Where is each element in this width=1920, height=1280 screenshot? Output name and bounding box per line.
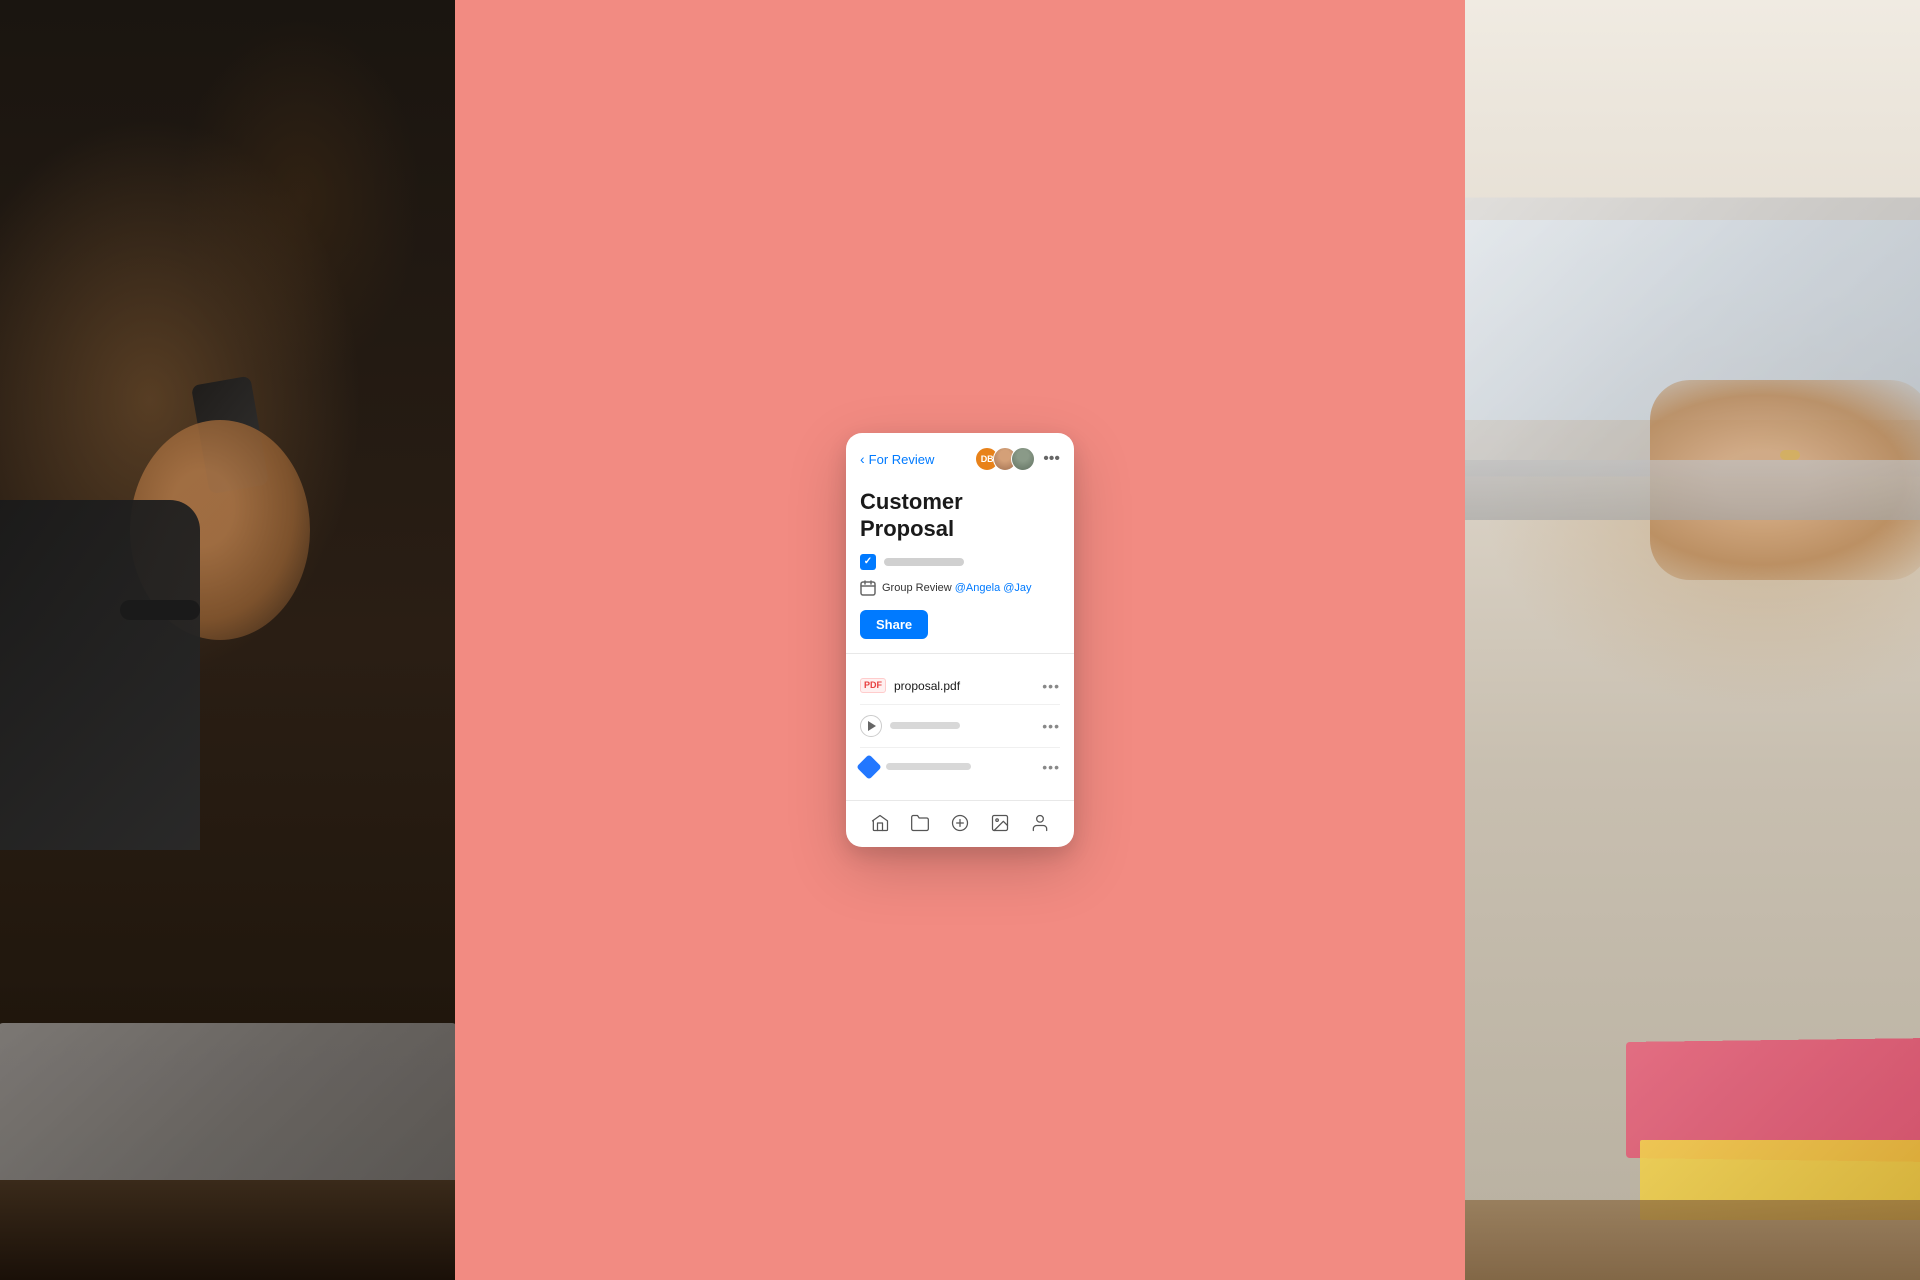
- nav-folder-button[interactable]: [910, 813, 930, 833]
- right-panel: [1465, 0, 1920, 1280]
- mention-jay: @Jay: [1003, 582, 1031, 594]
- nav-profile-button[interactable]: [1030, 813, 1050, 833]
- nav-home-button[interactable]: [870, 813, 890, 833]
- left-panel: [0, 0, 455, 1280]
- doc-more-button[interactable]: •••: [1042, 759, 1060, 775]
- file-item-audio: •••: [860, 705, 1060, 748]
- center-panel: ‹ For Review DB ••• Customer: [455, 0, 1465, 1280]
- task-bar: [884, 558, 964, 566]
- avatar-group: DB: [975, 447, 1035, 471]
- file-item-pdf: PDF proposal.pdf •••: [860, 668, 1060, 705]
- card-header: ‹ For Review DB •••: [846, 433, 1074, 481]
- file-item-doc: •••: [860, 748, 1060, 786]
- header-right: DB •••: [975, 447, 1060, 471]
- back-nav[interactable]: ‹ For Review: [860, 451, 934, 467]
- audio-file-bar: [890, 722, 960, 729]
- file-item-doc-left: [860, 758, 971, 776]
- audio-more-button[interactable]: •••: [1042, 718, 1060, 734]
- file-item-audio-left: [860, 715, 960, 737]
- bottom-nav: [846, 800, 1074, 847]
- nav-image-button[interactable]: [990, 813, 1010, 833]
- avatar-male: [1011, 447, 1035, 471]
- group-review-text: Group Review @Angela @Jay: [882, 582, 1032, 594]
- play-triangle: [868, 721, 876, 731]
- back-chevron-icon: ‹: [860, 451, 865, 467]
- user-icon: [1030, 813, 1050, 833]
- divider: [846, 653, 1074, 654]
- home-icon: [870, 813, 890, 833]
- folder-icon: [910, 813, 930, 833]
- group-review-row: Group Review @Angela @Jay: [860, 580, 1060, 596]
- share-button[interactable]: Share: [860, 610, 928, 639]
- pdf-more-button[interactable]: •••: [1042, 678, 1060, 694]
- nav-add-button[interactable]: [950, 813, 970, 833]
- document-title: Customer Proposal: [860, 489, 1060, 542]
- plus-icon: [950, 813, 970, 833]
- card-body: Customer Proposal Group Review @Angela: [846, 481, 1074, 800]
- file-list: PDF proposal.pdf ••• •••: [860, 668, 1060, 786]
- file-item-pdf-left: PDF proposal.pdf: [860, 678, 960, 693]
- mobile-card: ‹ For Review DB ••• Customer: [846, 433, 1074, 847]
- doc-file-bar: [886, 763, 971, 770]
- task-row: [860, 554, 1060, 570]
- pdf-icon: PDF: [860, 678, 886, 693]
- image-icon: [990, 813, 1010, 833]
- calendar-icon: [860, 580, 876, 596]
- mention-angela: @Angela: [955, 582, 1000, 594]
- more-options-button[interactable]: •••: [1043, 450, 1060, 468]
- play-icon[interactable]: [860, 715, 882, 737]
- pdf-filename: proposal.pdf: [894, 679, 960, 693]
- back-label: For Review: [869, 452, 935, 467]
- task-checkbox[interactable]: [860, 554, 876, 570]
- diamond-icon: [856, 754, 881, 779]
